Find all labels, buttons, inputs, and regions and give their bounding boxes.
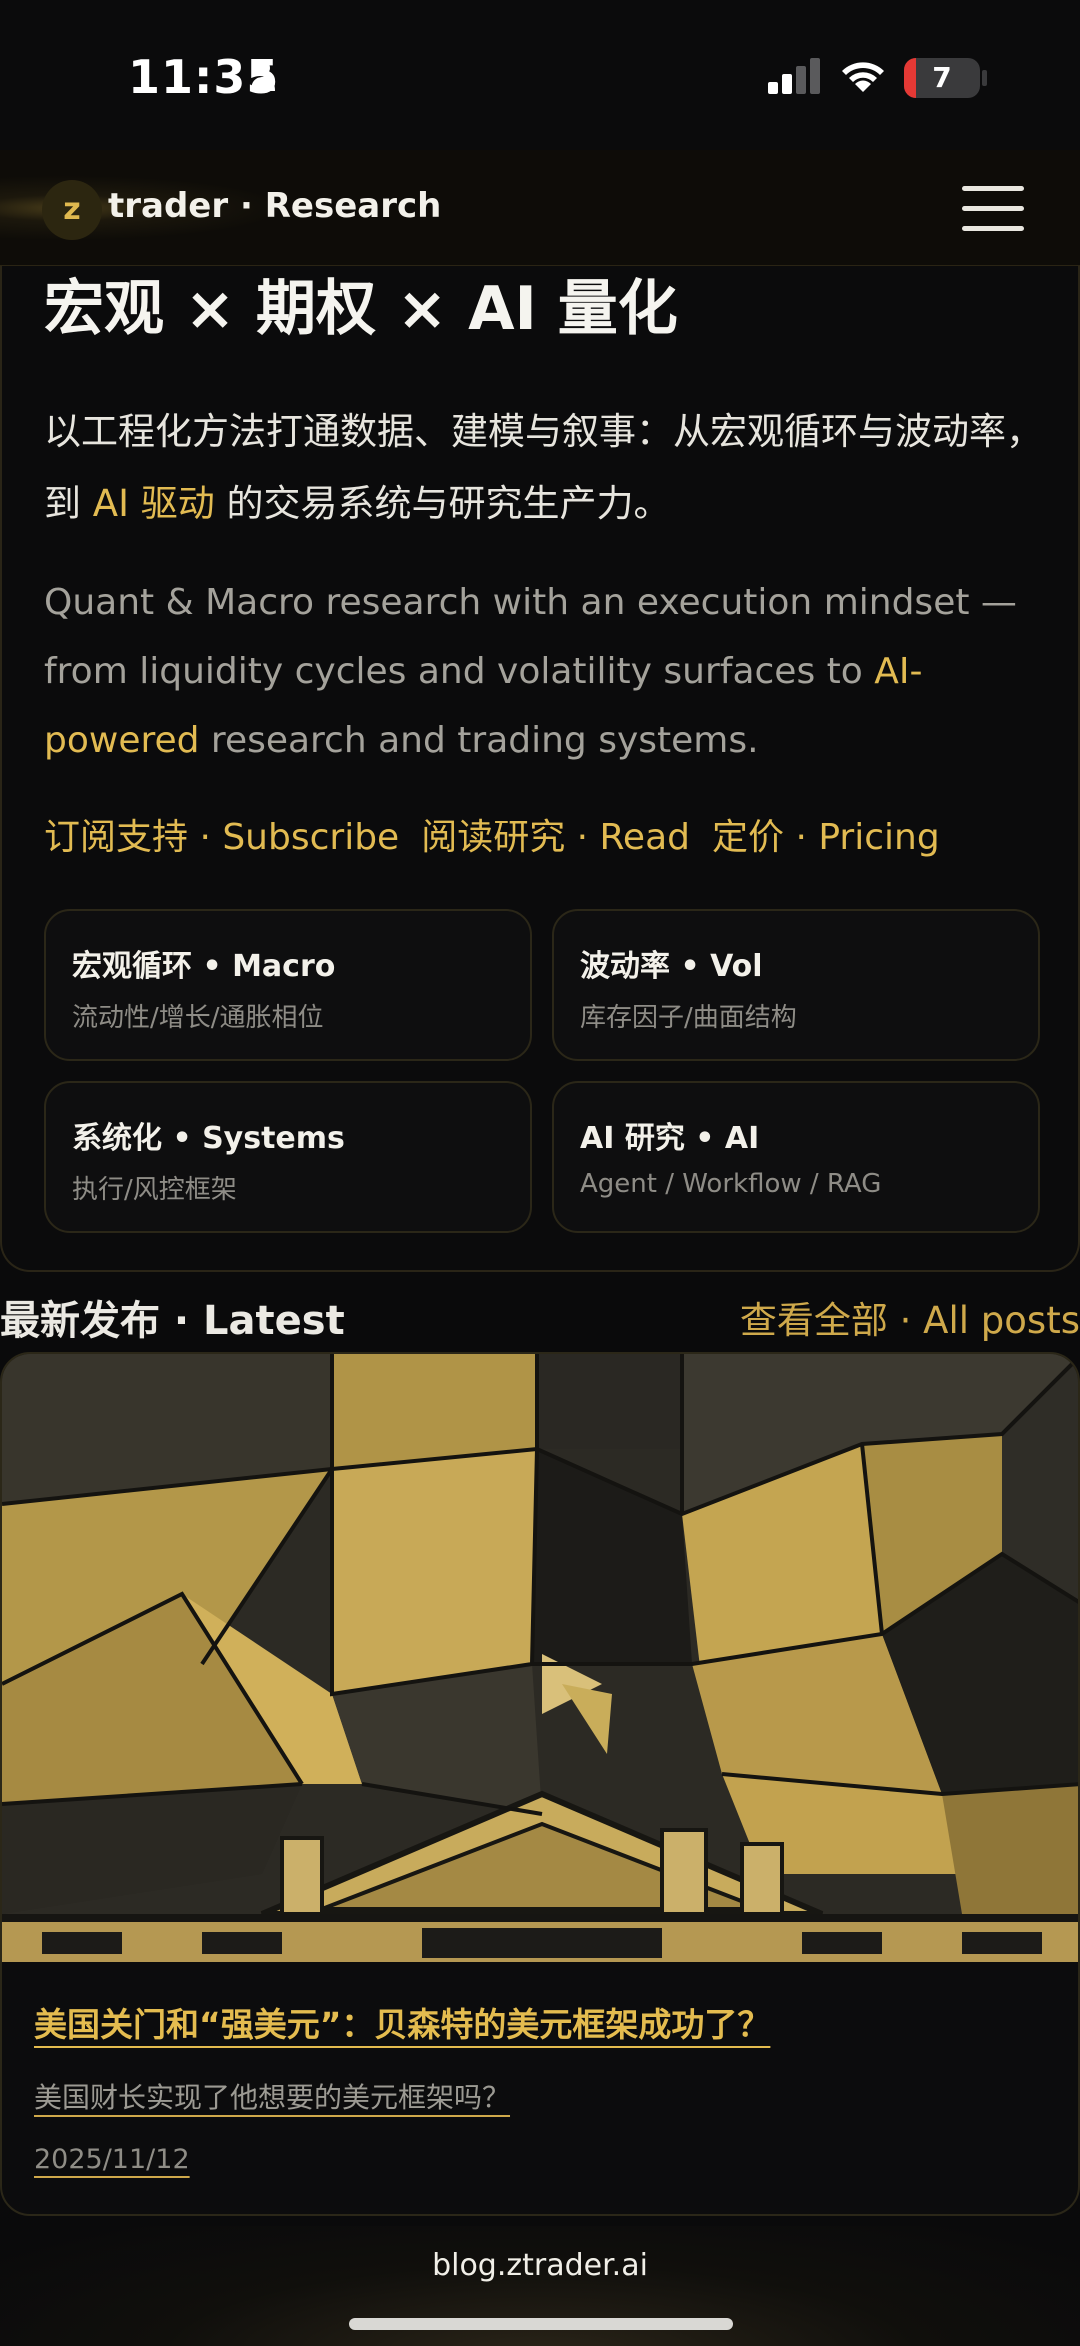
subscribe-link[interactable]: 订阅支持 · Subscribe [44, 817, 399, 858]
hamburger-menu-icon[interactable] [962, 186, 1024, 232]
post-card[interactable]: 美国关门和“强美元”：贝森特的美元框架成功了？ 美国财长实现了他想要的美元框架吗… [0, 1352, 1080, 2216]
topic-tile-ai[interactable]: AI 研究 • AI Agent / Workflow / RAG [552, 1081, 1040, 1233]
read-link[interactable]: 阅读研究 · Read [421, 817, 690, 858]
post-subtitle: 美国财长实现了他想要的美元框架吗？ [34, 2081, 511, 2114]
battery-level: 7 [932, 61, 952, 94]
cellular-signal-icon [768, 58, 820, 94]
latest-heading: 最新发布 · Latest [0, 1298, 345, 1344]
tile-title: 宏观循环 • Macro [72, 949, 336, 984]
post-date: 2025/11/12 [34, 2144, 190, 2175]
tile-title: 系统化 • Systems [72, 1121, 345, 1156]
hero-description-zh: 以工程化方法打通数据、建模与叙事：从宏观循环与波动率，到 AI 驱动 的交易系统… [44, 410, 1043, 525]
logo-badge[interactable]: z [42, 180, 102, 240]
topic-tile-systems[interactable]: 系统化 • Systems 执行/风控框架 [44, 1081, 532, 1233]
home-indicator[interactable] [349, 2318, 733, 2330]
tile-title: 波动率 • Vol [580, 949, 763, 984]
hero-title: 宏观 × 期权 × AI 量化 [44, 274, 678, 344]
topic-tile-macro[interactable]: 宏观循环 • Macro 流动性/增长/通胀相位 [44, 909, 532, 1061]
all-posts-link[interactable]: 查看全部 · All posts [740, 1290, 1080, 1344]
hero-description-en: Quant & Macro research with an execution… [44, 582, 1017, 761]
tile-subtitle: 库存因子/曲面结构 [580, 1003, 797, 1033]
post-title[interactable]: 美国关门和“强美元”：贝森特的美元框架成功了？ [34, 1998, 770, 2046]
tile-subtitle: Agent / Workflow / RAG [580, 1169, 882, 1199]
hero-links: 订阅支持 · Subscribe 阅读研究 · Read 定价 · Pricing [44, 808, 962, 860]
status-bar: 11:35 7 [0, 0, 1080, 150]
topic-tile-vol[interactable]: 波动率 • Vol 库存因子/曲面结构 [552, 909, 1040, 1061]
hero-card: 宏观 × 期权 × AI 量化 以工程化方法打通数据、建模与叙事：从宏观循环与波… [0, 266, 1080, 1272]
battery-icon: 7 [904, 58, 980, 98]
tile-subtitle: 执行/风控框架 [72, 1175, 237, 1205]
browser-url-bar[interactable]: blog.ztrader.ai [0, 2226, 1080, 2346]
person-icon [251, 61, 275, 91]
pricing-link[interactable]: 定价 · Pricing [712, 817, 940, 858]
brand-title[interactable]: trader · Research [108, 186, 441, 226]
site-header: z trader · Research [0, 150, 1080, 266]
post-cover-image[interactable] [2, 1354, 1080, 1962]
url-text[interactable]: blog.ztrader.ai [0, 2248, 1080, 2283]
wifi-icon [842, 62, 884, 92]
tile-subtitle: 流动性/增长/通胀相位 [72, 1003, 324, 1033]
tile-title: AI 研究 • AI [580, 1121, 760, 1156]
